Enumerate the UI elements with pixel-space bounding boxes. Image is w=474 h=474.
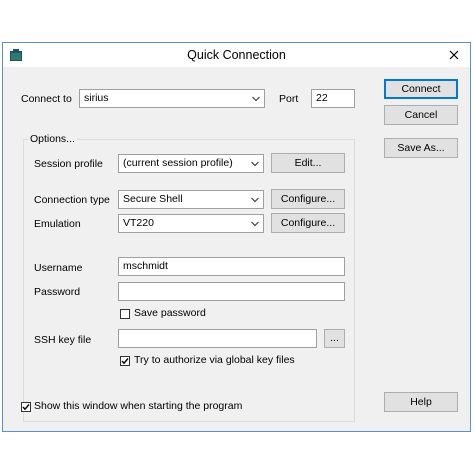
cancel-button[interactable]: Cancel: [384, 105, 458, 125]
global-key-files-checkbox[interactable]: [120, 356, 130, 366]
configure-emulation-button[interactable]: Configure...: [271, 213, 345, 233]
browse-key-file-button[interactable]: ...: [324, 329, 345, 348]
emulation-combobox[interactable]: VT220: [118, 214, 264, 233]
emulation-label: Emulation: [34, 218, 81, 230]
close-icon: [449, 50, 459, 60]
session-profile-combobox[interactable]: (current session profile): [118, 154, 264, 173]
show-window-label: Show this window when starting the progr…: [34, 400, 243, 412]
save-password-checkbox[interactable]: [120, 309, 130, 319]
connect-button[interactable]: Connect: [384, 79, 458, 99]
connection-type-combobox[interactable]: Secure Shell: [118, 190, 264, 209]
chevron-down-icon: [252, 96, 260, 102]
checkmark-icon: [22, 404, 30, 411]
ssh-key-file-input[interactable]: [118, 329, 317, 348]
window-title: Quick Connection: [187, 48, 286, 62]
close-button[interactable]: [444, 46, 464, 64]
options-group: Options... Session profile (current sess…: [23, 133, 355, 422]
connect-to-combobox[interactable]: sirius: [79, 89, 265, 108]
save-password-label: Save password: [134, 307, 206, 319]
show-window-checkbox[interactable]: [21, 402, 31, 412]
session-profile-label: Session profile: [34, 158, 103, 170]
port-label: Port: [279, 93, 299, 105]
connection-type-value: Secure Shell: [123, 193, 183, 205]
ssh-key-file-label: SSH key file: [34, 334, 92, 346]
options-legend: Options...: [28, 133, 77, 145]
port-input[interactable]: 22: [311, 89, 355, 108]
quick-connection-dialog: Quick Connection Connect to sirius Port …: [2, 42, 471, 432]
chevron-down-icon: [251, 161, 259, 167]
chevron-down-icon: [251, 197, 259, 203]
save-as-button[interactable]: Save As...: [384, 138, 458, 158]
password-input[interactable]: [118, 282, 345, 301]
checkmark-icon: [121, 358, 129, 365]
edit-button[interactable]: Edit...: [271, 153, 345, 173]
connection-type-label: Connection type: [34, 194, 110, 206]
username-label: Username: [34, 262, 83, 274]
connect-to-label: Connect to: [21, 93, 72, 105]
username-input[interactable]: mschmidt: [118, 257, 345, 276]
emulation-value: VT220: [123, 217, 154, 229]
help-button[interactable]: Help: [384, 392, 458, 412]
password-label: Password: [34, 286, 81, 298]
chevron-down-icon: [251, 221, 259, 227]
title-bar: Quick Connection: [3, 43, 470, 67]
connect-to-value: sirius: [84, 92, 109, 104]
global-key-files-label: Try to authorize via global key files: [134, 354, 295, 366]
session-profile-value: (current session profile): [123, 157, 233, 169]
configure-connection-button[interactable]: Configure...: [271, 189, 345, 209]
